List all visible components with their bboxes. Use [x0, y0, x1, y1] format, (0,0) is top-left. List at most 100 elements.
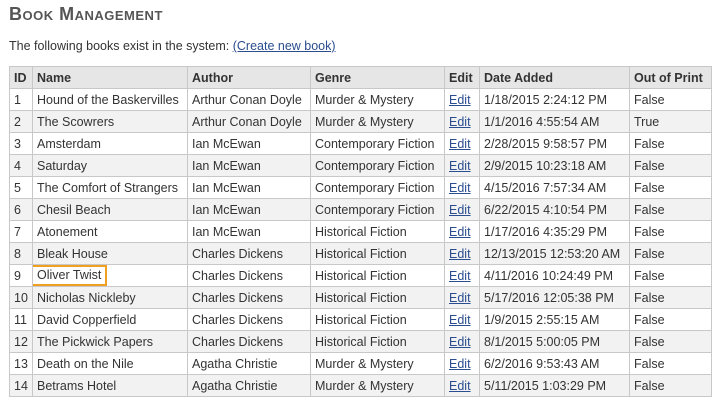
- cell-out-of-print: False: [629, 88, 712, 111]
- cell-edit: Edit: [444, 176, 480, 199]
- edit-link[interactable]: Edit: [449, 291, 471, 305]
- cell-id: 2: [9, 110, 33, 133]
- table-row: 5 The Comfort of Strangers Ian McEwan Conte…: [9, 176, 712, 199]
- cell-id: 1: [9, 88, 33, 111]
- cell-date-added: 12/13/2015 12:53:20 AM: [479, 242, 630, 265]
- cell-name: Hound of the Baskervilles: [32, 88, 188, 111]
- cell-date-added: 2/28/2015 9:58:57 PM: [479, 132, 630, 155]
- cell-out-of-print: False: [629, 330, 712, 353]
- cell-author: Ian McEwan: [187, 220, 311, 243]
- cell-out-of-print: False: [629, 220, 712, 243]
- page-title: Book Management: [9, 4, 163, 24]
- cell-out-of-print: True: [629, 110, 712, 133]
- edit-link[interactable]: Edit: [449, 203, 471, 217]
- cell-out-of-print: False: [629, 264, 712, 287]
- cell-edit: Edit: [444, 330, 480, 353]
- cell-out-of-print: False: [629, 154, 712, 177]
- edit-link[interactable]: Edit: [449, 93, 471, 107]
- cell-edit: Edit: [444, 286, 480, 309]
- table-row: 13 Death on the Nile Agatha Christie Murder…: [9, 352, 712, 375]
- cell-author: Agatha Christie: [187, 374, 311, 397]
- column-header-author[interactable]: Author: [187, 66, 311, 89]
- cell-date-added: 1/1/2016 4:55:54 AM: [479, 110, 630, 133]
- cell-out-of-print: False: [629, 352, 712, 375]
- edit-link[interactable]: Edit: [449, 137, 471, 151]
- column-header-name[interactable]: Name: [32, 66, 188, 89]
- table-row: 2 The Scowrers Arthur Conan Doyle Murder & …: [9, 110, 712, 133]
- cell-author: Charles Dickens: [187, 330, 311, 353]
- column-header-out-of-print[interactable]: Out of Print: [629, 66, 712, 89]
- cell-genre: Murder & Mystery: [310, 352, 445, 375]
- cell-date-added: 8/1/2015 5:00:05 PM: [479, 330, 630, 353]
- column-header-genre[interactable]: Genre: [310, 66, 445, 89]
- edit-link[interactable]: Edit: [449, 357, 471, 371]
- table-row: 4 Saturday Ian McEwan Contemporary Fiction E…: [9, 154, 712, 177]
- column-header-id[interactable]: ID: [9, 66, 33, 89]
- cell-genre: Historical Fiction: [310, 264, 445, 287]
- cell-edit: Edit: [444, 88, 480, 111]
- cell-name: Betrams Hotel: [32, 374, 188, 397]
- cell-genre: Murder & Mystery: [310, 110, 445, 133]
- cell-genre: Historical Fiction: [310, 242, 445, 265]
- cell-edit: Edit: [444, 110, 480, 133]
- cell-out-of-print: False: [629, 374, 712, 397]
- cell-genre: Contemporary Fiction: [310, 176, 445, 199]
- table-row: 12 The Pickwick Papers Charles Dickens Hist…: [9, 330, 712, 353]
- edit-link[interactable]: Edit: [449, 115, 471, 129]
- table-header-row: ID Name Author Genre Edit Date Added Out…: [9, 66, 712, 89]
- edit-link[interactable]: Edit: [449, 159, 471, 173]
- cell-id: 9: [9, 264, 33, 287]
- cell-id: 12: [9, 330, 33, 353]
- cell-date-added: 1/17/2016 4:35:29 PM: [479, 220, 630, 243]
- cell-author: Ian McEwan: [187, 132, 311, 155]
- books-table: ID Name Author Genre Edit Date Added Out…: [9, 66, 712, 397]
- cell-name: Bleak House: [32, 242, 188, 265]
- cell-genre: Historical Fiction: [310, 220, 445, 243]
- cell-name: The Comfort of Strangers: [32, 176, 188, 199]
- cell-out-of-print: False: [629, 242, 712, 265]
- cell-edit: Edit: [444, 242, 480, 265]
- edit-link[interactable]: Edit: [449, 335, 471, 349]
- table-row: 10 Nicholas Nickleby Charles Dickens Histor…: [9, 286, 712, 309]
- edit-link[interactable]: Edit: [449, 379, 471, 393]
- column-header-edit: Edit: [444, 66, 480, 89]
- cell-date-added: 5/17/2016 12:05:38 PM: [479, 286, 630, 309]
- cell-id: 4: [9, 154, 33, 177]
- edit-link[interactable]: Edit: [449, 225, 471, 239]
- cell-id: 11: [9, 308, 33, 331]
- edit-link[interactable]: Edit: [449, 313, 471, 327]
- column-header-date-added[interactable]: Date Added: [479, 66, 630, 89]
- cell-edit: Edit: [444, 352, 480, 375]
- table-row: 8 Bleak House Charles Dickens Historical Fi…: [9, 242, 712, 265]
- cell-name: Amsterdam: [32, 132, 188, 155]
- cell-edit: Edit: [444, 308, 480, 331]
- cell-author: Arthur Conan Doyle: [187, 110, 311, 133]
- edit-link[interactable]: Edit: [449, 181, 471, 195]
- cell-edit: Edit: [444, 132, 480, 155]
- cell-author: Agatha Christie: [187, 352, 311, 375]
- cell-genre: Murder & Mystery: [310, 374, 445, 397]
- cell-edit: Edit: [444, 198, 480, 221]
- cell-name: Saturday: [32, 154, 188, 177]
- cell-author: Charles Dickens: [187, 286, 311, 309]
- cell-id: 13: [9, 352, 33, 375]
- cell-id: 5: [9, 176, 33, 199]
- cell-edit: Edit: [444, 220, 480, 243]
- edit-link[interactable]: Edit: [449, 247, 471, 261]
- cell-genre: Murder & Mystery: [310, 88, 445, 111]
- create-new-book-link[interactable]: (Create new book): [233, 39, 336, 53]
- cell-author: Charles Dickens: [187, 264, 311, 287]
- cell-out-of-print: False: [629, 308, 712, 331]
- intro-text: The following books exist in the system:…: [9, 39, 336, 53]
- cell-out-of-print: False: [629, 198, 712, 221]
- edit-link[interactable]: Edit: [449, 269, 471, 283]
- cell-edit: Edit: [444, 264, 480, 287]
- cell-genre: Contemporary Fiction: [310, 198, 445, 221]
- cell-date-added: 6/22/2015 4:10:54 PM: [479, 198, 630, 221]
- cell-date-added: 1/18/2015 2:24:12 PM: [479, 88, 630, 111]
- table-row: 7 Atonement Ian McEwan Historical Fiction Ed…: [9, 220, 712, 243]
- cell-author: Charles Dickens: [187, 242, 311, 265]
- cell-name: Chesil Beach: [32, 198, 188, 221]
- cell-name: Oliver Twist: [32, 264, 188, 287]
- cell-date-added: 4/11/2016 10:24:49 PM: [479, 264, 630, 287]
